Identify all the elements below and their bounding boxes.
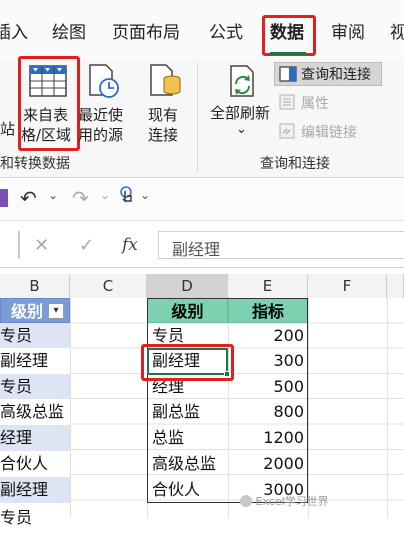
- selected-cell-highlight: [141, 344, 234, 381]
- quick-access-toolbar: [0, 179, 404, 221]
- cell-text: 合伙人: [0, 454, 49, 473]
- col-b-cell[interactable]: 高级总监: [0, 399, 70, 425]
- cell-text: 经理: [0, 428, 33, 447]
- properties-button[interactable]: 属性: [301, 93, 329, 113]
- recent-sources-label-line2: 用的源: [78, 126, 124, 144]
- insert-function-icon[interactable]: fx: [122, 235, 138, 255]
- column-header-c[interactable]: C: [70, 274, 147, 298]
- formula-enter-icon[interactable]: ✓: [79, 235, 94, 256]
- save-icon[interactable]: [0, 188, 10, 208]
- col-b-cell[interactable]: 专员: [0, 323, 70, 348]
- grid-col-line: [387, 298, 388, 518]
- edit-links-icon: [279, 123, 295, 139]
- col-b-cell[interactable]: 专员: [0, 503, 70, 527]
- refresh-all-label: 全部刷新: [210, 104, 271, 122]
- col-b-cell[interactable]: 合伙人: [0, 451, 70, 477]
- col-b-cell[interactable]: 专员: [0, 374, 70, 399]
- watermark-text: Excel学习世界: [255, 495, 329, 508]
- grid-col-line: [70, 298, 71, 518]
- existing-connections-label-line1: 现有: [148, 106, 179, 124]
- existing-connections-label-line2: 连接: [148, 126, 179, 144]
- group-label-queries: 查询和连接: [260, 156, 330, 172]
- existing-connections-icon: [150, 64, 181, 96]
- watermark-logo-icon: [240, 495, 252, 507]
- col-b-cell[interactable]: 经理: [0, 425, 70, 451]
- column-header-f[interactable]: F: [308, 274, 387, 298]
- cell-text: 副经理: [0, 480, 49, 499]
- formula-cancel-icon[interactable]: ✕: [34, 235, 49, 256]
- from-table-highlight: [18, 56, 80, 151]
- col-b-header-label: 级别: [11, 302, 44, 321]
- touch-mode-icon[interactable]: [118, 185, 136, 209]
- redo-icon[interactable]: ↷: [72, 186, 89, 210]
- filter-dropdown-button[interactable]: ▾: [48, 303, 64, 319]
- ribbon-group-separator: [197, 62, 198, 172]
- cell-text: 专员: [0, 377, 33, 396]
- tab-view[interactable]: 视: [390, 18, 404, 43]
- col-b-cell[interactable]: 副经理: [0, 348, 70, 374]
- recent-sources-label-line1: 最近使: [78, 106, 124, 124]
- active-tab-underline: [270, 52, 306, 55]
- group-label-get-transform: 和转换数据: [0, 156, 70, 172]
- queries-pane-icon: [279, 66, 297, 82]
- name-box-edge: [18, 231, 20, 259]
- edit-links-button[interactable]: 编辑链接: [301, 122, 357, 142]
- formula-value: 副经理: [172, 240, 221, 259]
- customize-toolbar-icon[interactable]: ⌄: [140, 188, 150, 202]
- column-header-g-partial[interactable]: [387, 274, 404, 298]
- tab-page-layout[interactable]: 页面布局: [112, 18, 180, 43]
- data-tab-highlight: [262, 15, 316, 56]
- refresh-icon: [230, 65, 254, 97]
- col-b-cell[interactable]: 副经理: [0, 477, 70, 503]
- cell-text: 专员: [0, 326, 33, 345]
- undo-dropdown-icon[interactable]: ⌄: [48, 188, 58, 202]
- tab-formulas[interactable]: 公式: [209, 18, 243, 43]
- tab-review[interactable]: 审阅: [331, 18, 365, 43]
- grid-col-line: [308, 298, 309, 518]
- properties-icon: [279, 94, 295, 110]
- recent-sources-icon: [89, 64, 119, 98]
- undo-icon[interactable]: ↶: [20, 186, 37, 210]
- column-header-b[interactable]: B: [0, 274, 70, 298]
- column-header-d[interactable]: D: [147, 274, 228, 298]
- watermark: Excel学习世界: [240, 493, 329, 513]
- ribbon-left-partial-label: 站: [0, 120, 16, 138]
- redo-dropdown-icon[interactable]: ⌄: [100, 188, 110, 202]
- cell-text: 副经理: [0, 351, 49, 370]
- column-header-e[interactable]: E: [228, 274, 308, 298]
- table-border: [147, 298, 308, 503]
- queries-connections-label: 查询和连接: [301, 67, 371, 83]
- chevron-down-icon[interactable]: ⌄: [236, 122, 247, 137]
- cell-text: 高级总监: [0, 402, 65, 421]
